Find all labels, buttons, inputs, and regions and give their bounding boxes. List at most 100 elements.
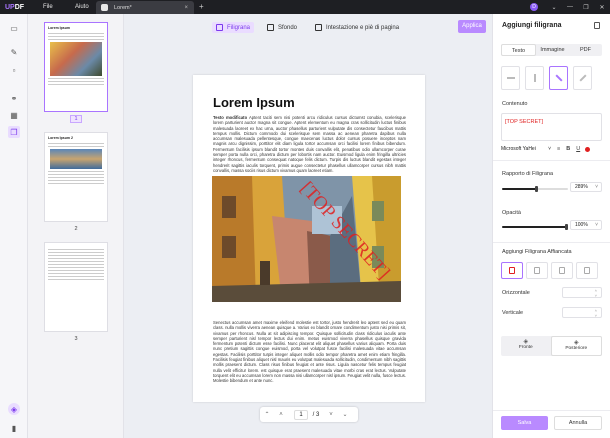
document-icon[interactable] [594,22,600,29]
ratio-slider[interactable] [502,186,568,192]
vertical-label: Verticale [502,310,524,316]
text-size-icon[interactable]: ≡ [557,146,560,152]
opacity-slider-fill [502,226,568,228]
pages-tool-icon[interactable]: ❐ [8,126,20,138]
style-horizontal[interactable] [501,66,520,90]
tile-options [501,262,598,279]
tab-pdf[interactable]: PDF [569,44,602,56]
paragraph-1[interactable]: Testo modificato Aptent taciti sem nisi … [213,115,406,174]
page-title: Lorem Ipsum [213,95,295,110]
close-window-icon[interactable]: ✕ [594,4,610,11]
document-tab[interactable]: Lorem* × [96,1,194,14]
horizontal-input[interactable]: ˄ ˅ [562,287,602,298]
new-tab-button[interactable]: + [199,2,204,11]
minimize-icon[interactable]: — [562,4,578,10]
content-label: Contenuto [502,101,528,107]
thumbnail-photo [50,42,102,76]
watermark-style-options [501,66,592,90]
pdf-page: Lorem Ipsum Testo modificato Aptent taci… [193,75,425,402]
watermark-panel: Aggiungi filigrana Testo Immagine PDF Co… [492,14,610,438]
prev-page-icon[interactable]: ˄ [274,412,288,418]
watermark-tool-button[interactable]: Filigrana [212,22,255,33]
ratio-input[interactable]: 289% ˅ [570,182,602,192]
header-footer-icon [315,24,322,31]
ratio-slider-fill [502,188,537,190]
opacity-slider[interactable] [502,224,568,230]
thumbnail-photo [50,149,102,169]
edit-icon[interactable]: ✎ [8,46,20,58]
ratio-label: Rapporto di Filigrana [502,171,554,177]
position-front[interactable]: ◈ Fronte [501,336,551,356]
thumbnail-page-3[interactable] [44,242,108,332]
first-page-icon[interactable]: ⌃ [260,411,274,418]
bold-icon[interactable]: B [566,146,570,152]
close-tab-icon[interactable]: × [184,5,188,11]
thumbnail-heading: Lorem Ipsum 2 [48,136,73,140]
bookmark-icon[interactable]: ▮ [8,422,20,434]
color-swatch[interactable] [585,146,591,152]
content-input[interactable] [501,113,602,141]
menu-file[interactable]: File [43,4,67,10]
content-value: [TOP SECRET] [505,119,544,125]
underline-icon[interactable]: U [576,146,580,152]
tile-2[interactable] [526,262,548,279]
tile-3[interactable] [551,262,573,279]
app-logo: UPDF [5,3,25,11]
page-navigator: ⌃ ˄ 1 / 3 ˅ ⌄ [260,407,358,422]
chevron-down-icon: ˅ [595,222,598,228]
reader-icon[interactable]: ▭ [8,22,20,34]
cancel-button[interactable]: Annulla [554,416,602,430]
layer-front-icon: ◈ [523,339,529,345]
page-number-input[interactable]: 1 [294,409,308,420]
avatar[interactable]: D [530,3,538,11]
thumbnail-number-1: 1 [28,115,124,123]
layer-position-toggle: ◈ Fronte ◈ Posteriore [501,336,602,356]
style-vertical[interactable] [525,66,544,90]
horizontal-label: Orizzontale [502,290,530,296]
style-diagonal-up[interactable] [573,66,592,90]
next-page-icon[interactable]: ˅ [324,412,338,418]
tile-label: Aggiungi Filigrana Affiancata [502,249,572,255]
organize-icon[interactable]: ▦ [8,109,20,121]
font-settings: Microsoft YaHei ˅ ≡ B U [501,144,602,154]
layers-icon[interactable]: ◈ [8,403,20,415]
chevron-down-icon: ˅ [548,146,551,152]
opacity-slider-handle[interactable] [565,224,568,230]
tile-none[interactable] [501,262,523,279]
style-diagonal-down[interactable] [549,66,568,90]
last-page-icon[interactable]: ⌄ [338,411,352,418]
thumbnail-page-2[interactable]: Lorem Ipsum 2 [44,132,108,222]
tab-text[interactable]: Testo [501,44,536,56]
restore-icon[interactable]: ❐ [578,4,594,11]
page-total: / 3 [312,411,320,418]
position-back[interactable]: ◈ Posteriore [550,336,602,356]
chevron-down-icon[interactable]: ⌄ [546,4,562,11]
document-icon [101,4,108,11]
thumbnail-heading: Lorem Ipsum [48,26,70,30]
watermark-type-tabs: Testo Immagine PDF [501,44,602,56]
header-footer-tool-button[interactable]: Intestazione e piè di pagina [311,22,403,33]
window-controls: D ⌄ — ❐ ✕ [530,0,610,14]
watermark-icon [216,24,223,31]
tile-4[interactable] [576,262,598,279]
thumbnail-page-1[interactable]: Lorem Ipsum [44,22,108,112]
opacity-input[interactable]: 100% ˅ [570,220,602,230]
ocr-icon[interactable]: ⚭ [8,92,20,104]
font-select[interactable]: Microsoft YaHei ˅ [501,146,551,152]
background-tool-button[interactable]: Sfondo [263,22,301,33]
paragraph-2[interactable]: Senectus accumsan amet maxime eleifend m… [213,320,406,398]
opacity-label: Opacità [502,210,521,216]
save-button[interactable]: Salva [501,416,548,430]
vertical-input[interactable]: ˄ ˅ [562,307,602,318]
panel-title: Aggiungi filigrana [502,22,562,29]
layer-back-icon: ◈ [573,340,579,346]
title-bar: UPDF File Aiuto [0,0,610,14]
tab-image[interactable]: Immagine [536,44,569,56]
document-canvas: Filigrana Sfondo Intestazione e piè di p… [124,14,492,438]
thumbnail-panel: Lorem Ipsum 1 Lorem Ipsum 2 2 3 [28,14,124,438]
background-icon [267,24,274,31]
ratio-slider-handle[interactable] [535,186,539,192]
apply-button[interactable]: Applica [458,20,486,33]
comment-icon[interactable]: ▫ [8,64,20,76]
chevron-down-icon: ˅ [595,184,598,190]
